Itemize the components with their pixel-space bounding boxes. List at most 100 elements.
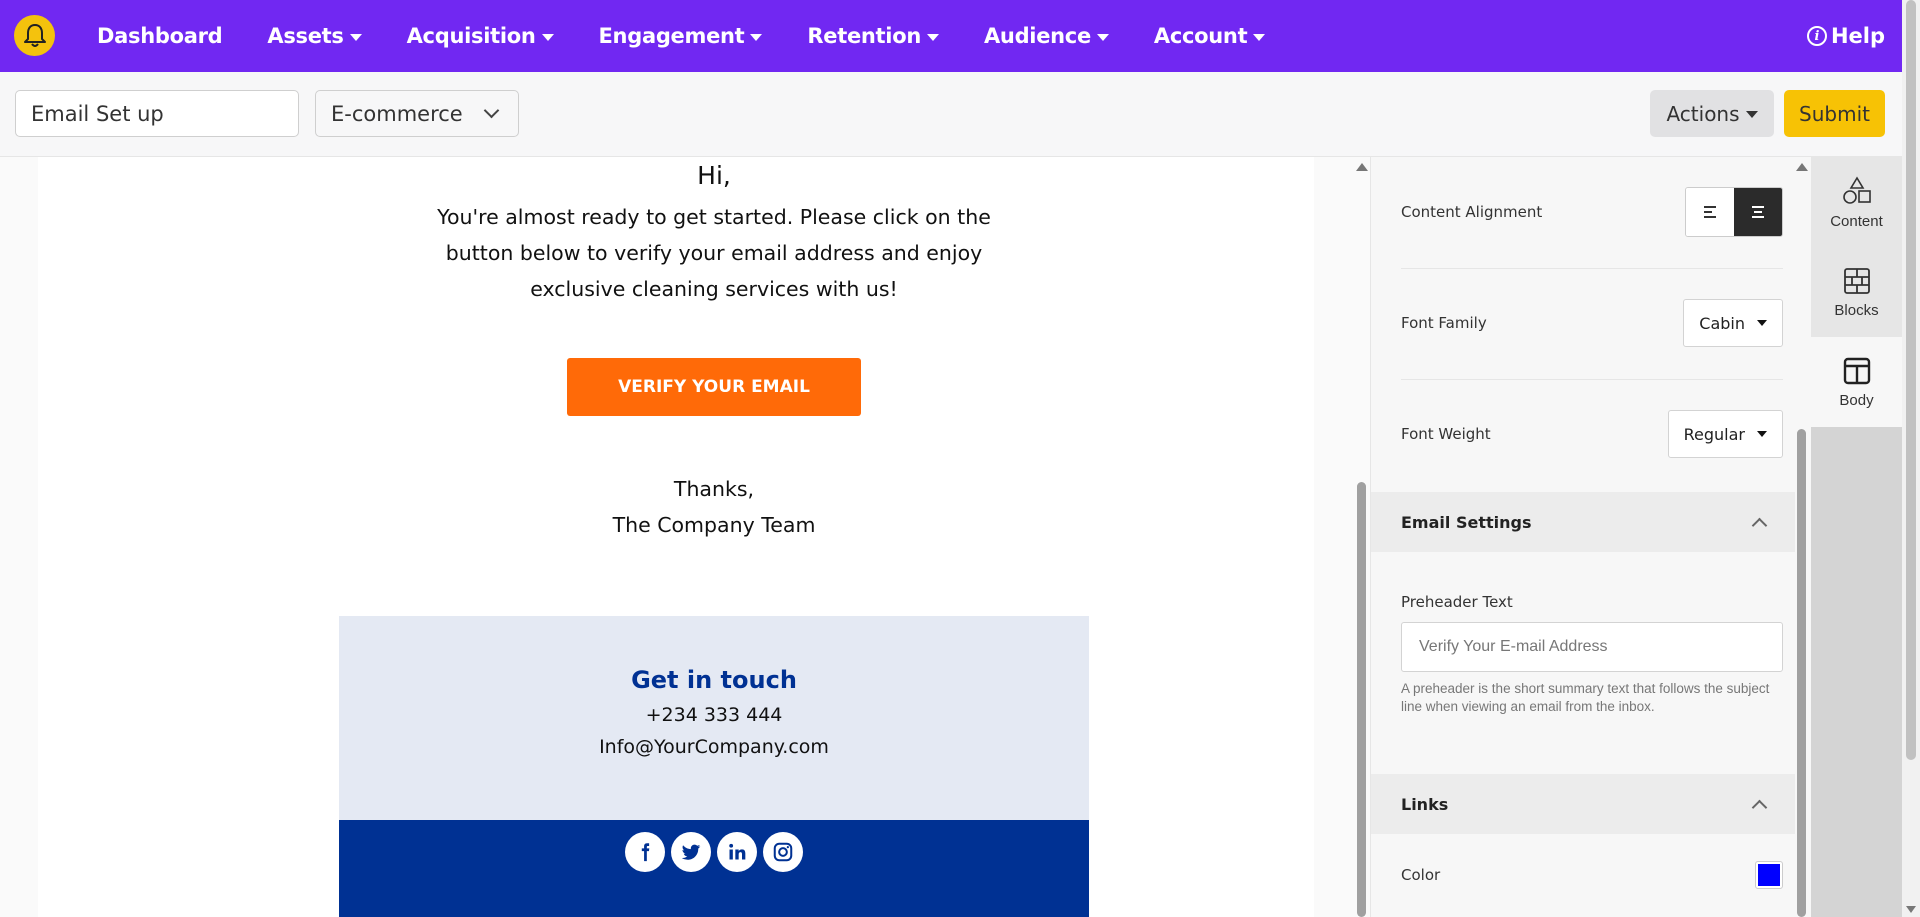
- email-signoff: Thanks, The Company Team: [339, 471, 1089, 543]
- font-family-select[interactable]: Cabin: [1683, 299, 1783, 347]
- scrollbar-thumb[interactable]: [1906, 0, 1916, 760]
- contact-phone: +234 333 444: [645, 704, 783, 726]
- social-footer-block[interactable]: [339, 820, 1089, 917]
- submit-button[interactable]: Submit: [1784, 90, 1885, 137]
- nav-item-label: Assets: [267, 24, 344, 48]
- signoff-line: Thanks,: [673, 477, 755, 501]
- tab-body[interactable]: Body: [1811, 337, 1902, 427]
- align-left-button[interactable]: [1686, 188, 1734, 236]
- color-label: Color: [1401, 866, 1441, 884]
- tab-label: Body: [1839, 391, 1874, 409]
- color-fill: [1758, 864, 1780, 886]
- tab-label: Content: [1830, 212, 1883, 230]
- email-settings-header[interactable]: Email Settings: [1371, 492, 1795, 552]
- panel-scrollbar[interactable]: [1793, 157, 1811, 917]
- links-header[interactable]: Links: [1371, 774, 1795, 834]
- settings-panel: Content Alignment Font Family Cabin Font…: [1370, 157, 1811, 917]
- contact-block[interactable]: Get in touch +234 333 444 Info@YourCompa…: [339, 616, 1089, 820]
- nav-item-retention[interactable]: Retention: [807, 24, 939, 48]
- nav-item-label: Audience: [983, 24, 1091, 48]
- preheader-input[interactable]: [1401, 622, 1783, 672]
- align-center-icon: [1752, 206, 1764, 218]
- facebook-icon[interactable]: [625, 832, 665, 872]
- font-family-row: Font Family Cabin: [1401, 299, 1783, 347]
- tab-content[interactable]: Content: [1811, 157, 1902, 247]
- submit-label: Submit: [1799, 101, 1870, 126]
- side-tabs: Content Blocks Body: [1811, 157, 1902, 917]
- nav-item-engagement[interactable]: Engagement: [599, 24, 763, 48]
- preheader-hint: A preheader is the short summary text th…: [1401, 681, 1770, 714]
- font-weight-label: Font Weight: [1401, 425, 1491, 443]
- canvas-scrollbar[interactable]: [1352, 157, 1370, 917]
- nav-item-label: Dashboard: [97, 24, 223, 48]
- chevron-down-icon: [483, 102, 500, 119]
- font-family-label: Font Family: [1401, 314, 1487, 332]
- nav-item-label: Retention: [807, 24, 921, 48]
- editor-toolbar: E-commerce Actions Submit: [0, 72, 1920, 157]
- align-center-button[interactable]: [1734, 188, 1782, 236]
- bell-icon[interactable]: [14, 15, 55, 56]
- scroll-down-icon[interactable]: [1906, 906, 1916, 913]
- info-icon: i: [1806, 26, 1827, 46]
- email-name-input[interactable]: [15, 90, 299, 137]
- tab-label: Blocks: [1834, 301, 1879, 319]
- email-greeting: Hi,: [697, 161, 731, 190]
- scrollbar-thumb[interactable]: [1357, 482, 1366, 917]
- nav-item-label: Acquisition: [406, 24, 536, 48]
- nav-item-label: Account: [1153, 24, 1248, 48]
- font-weight-value: Regular: [1683, 424, 1745, 444]
- nav-item-assets[interactable]: Assets: [267, 24, 362, 48]
- scrollbar-thumb[interactable]: [1797, 429, 1806, 917]
- top-nav: Dashboard Assets Acquisition Engagement …: [0, 0, 1920, 72]
- email-canvas: Hi, You're almost ready to get started. …: [0, 157, 1370, 917]
- caret-down-icon: [349, 33, 362, 41]
- tab-blocks[interactable]: Blocks: [1811, 247, 1902, 337]
- font-weight-row: Font Weight Regular: [1401, 410, 1783, 458]
- actions-label: Actions: [1666, 101, 1740, 126]
- active-tab-pointer: [1800, 372, 1811, 394]
- twitter-icon[interactable]: [671, 832, 711, 872]
- font-weight-select[interactable]: Regular: [1667, 410, 1783, 458]
- align-left-icon: [1704, 206, 1716, 218]
- linkedin-icon[interactable]: [717, 832, 757, 872]
- category-select[interactable]: E-commerce: [315, 90, 519, 137]
- font-family-value: Cabin: [1699, 313, 1745, 333]
- alignment-toggle: [1685, 187, 1783, 237]
- content-alignment-label: Content Alignment: [1401, 203, 1543, 221]
- nav-item-label: Engagement: [598, 24, 745, 48]
- caret-down-icon: [1757, 320, 1767, 326]
- help-link[interactable]: i Help: [1806, 0, 1885, 72]
- email-body-block[interactable]: Hi, You're almost ready to get started. …: [339, 157, 1089, 616]
- nav-item-audience[interactable]: Audience: [984, 24, 1109, 48]
- caret-down-icon: [1096, 33, 1109, 41]
- actions-button[interactable]: Actions: [1650, 90, 1774, 137]
- caret-down-icon: [1253, 33, 1266, 41]
- nav-item-dashboard[interactable]: Dashboard: [97, 24, 223, 48]
- caret-down-icon: [541, 33, 554, 41]
- nav-item-acquisition[interactable]: Acquisition: [407, 24, 554, 48]
- scroll-up-icon[interactable]: [1356, 163, 1368, 171]
- email-message: You're almost ready to get started. Plea…: [437, 205, 991, 301]
- caret-down-icon: [1745, 111, 1758, 118]
- preheader-label: Preheader Text: [1401, 593, 1513, 611]
- caret-down-icon: [750, 33, 763, 41]
- nav-item-account[interactable]: Account: [1153, 24, 1266, 48]
- instagram-icon[interactable]: [763, 832, 803, 872]
- email-settings-title: Email Settings: [1401, 512, 1532, 532]
- social-icons: [625, 832, 809, 872]
- shapes-icon: [1842, 175, 1871, 204]
- verify-email-button[interactable]: VERIFY YOUR EMAIL: [567, 358, 861, 416]
- window-scrollbar[interactable]: [1902, 0, 1920, 917]
- contact-title: Get in touch: [631, 666, 797, 694]
- content-alignment-row: Content Alignment: [1401, 187, 1783, 237]
- canvas-background: Hi, You're almost ready to get started. …: [38, 157, 1314, 917]
- chevron-up-icon: [1751, 799, 1768, 815]
- scroll-up-icon[interactable]: [1796, 163, 1808, 171]
- email-preview[interactable]: Hi, You're almost ready to get started. …: [339, 157, 1089, 917]
- link-color-row: Color: [1401, 861, 1783, 889]
- divider: [1401, 379, 1783, 380]
- link-color-swatch[interactable]: [1755, 861, 1783, 889]
- category-select-value: E-commerce: [331, 101, 463, 126]
- divider: [1401, 268, 1783, 269]
- chevron-up-icon: [1751, 517, 1768, 533]
